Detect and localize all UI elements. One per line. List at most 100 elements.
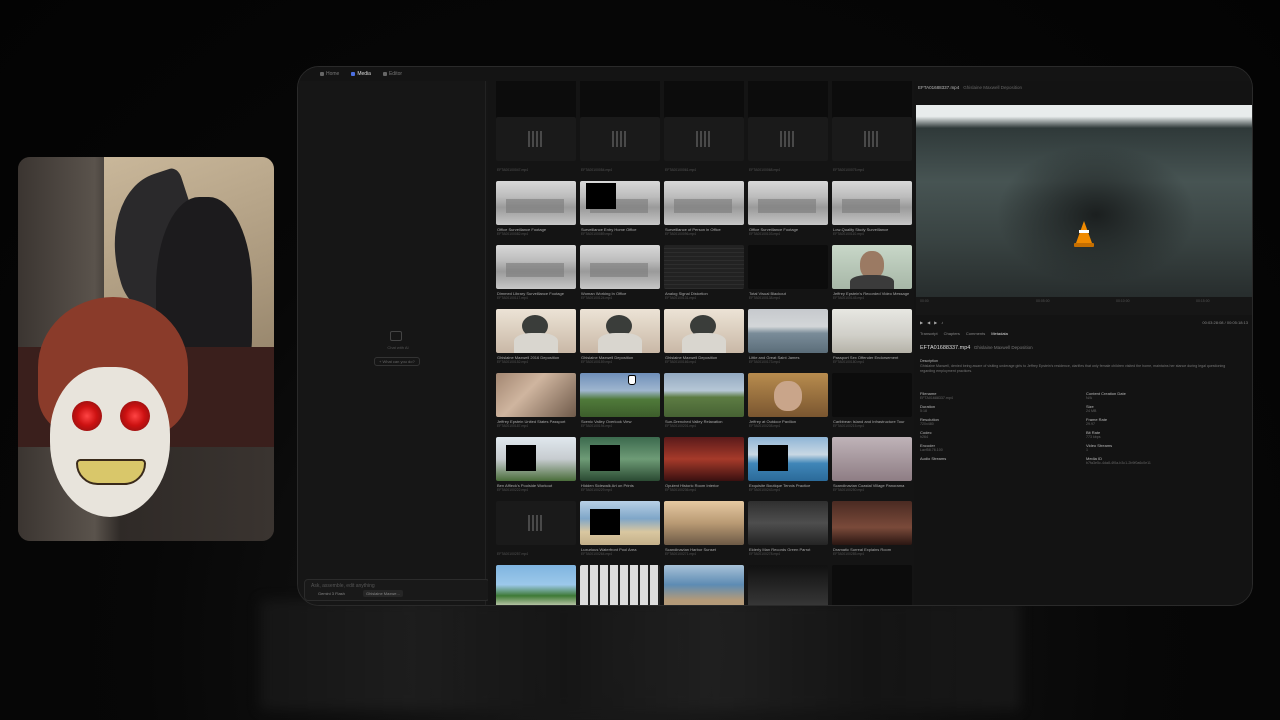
media-thumbnail: [580, 373, 660, 417]
preview-header: EFTA01688337.mp4 Ghislaine Maxwell Depos…: [914, 81, 1252, 93]
webcam-overlay: [18, 157, 274, 541]
media-tile[interactable]: [664, 565, 744, 605]
metadata-filename: EFTA01688337.mp4: [920, 345, 971, 351]
prev-frame-icon[interactable]: ◀: [927, 320, 930, 325]
model-selector[interactable]: Gemini 3 Flash: [315, 590, 348, 597]
description-text: Ghislaine Maxwell, denied being aware of…: [920, 364, 1226, 373]
timeline-label: 00:10:00: [1116, 299, 1130, 303]
media-tile[interactable]: EFTA00100061.mp4: [664, 117, 744, 177]
media-tile[interactable]: Dimmed Library Surveillance Footage EFTA0…: [496, 245, 576, 305]
media-tile[interactable]: Surveillance of Person in Office EFTA0010…: [664, 181, 744, 241]
media-thumbnail: [832, 181, 912, 225]
media-thumbnail: [832, 565, 912, 605]
media-filename: EFTA00100110.mp4: [833, 232, 864, 236]
media-filename: EFTA00100194.mp4: [581, 424, 613, 428]
context-chip[interactable]: Ghislaine Maxwe...: [363, 590, 403, 597]
blurred-background-strip: [260, 600, 1020, 710]
player-controls: ▶ ◀ ▶ ♪ 00:03:28:08 / 00:05:18:13: [916, 317, 1252, 327]
media-tile[interactable]: Hidden Sidewalk Art on Prints EFTA0010022…: [580, 437, 660, 497]
chat-input-box[interactable]: Ask, assemble, edit anything Gemini 3 Fl…: [304, 579, 490, 601]
chat-input-placeholder: Ask, assemble, edit anything: [311, 583, 375, 589]
media-tile[interactable]: Low-Quality Study Surveillance EFTA001001…: [832, 181, 912, 241]
media-tile[interactable]: Analog Signal Distortion EFTA00100131.mp4: [664, 245, 744, 305]
media-tile[interactable]: Ben Affleck's Poolside Workout EFTA001002…: [496, 437, 576, 497]
volume-icon[interactable]: ♪: [941, 320, 943, 325]
media-thumbnail: [748, 501, 828, 545]
media-tile[interactable]: Elderly Man Records Green Parrot EFTA0010…: [748, 501, 828, 561]
media-thumbnail: [664, 373, 744, 417]
media-tile[interactable]: Opulent Historic Room Interior EFTA001002…: [664, 437, 744, 497]
video-player[interactable]: [916, 105, 1252, 297]
tab-transcript[interactable]: Transcript: [920, 331, 938, 341]
tab-comments[interactable]: Comments: [966, 331, 985, 341]
media-tile[interactable]: Luxurious Waterfront Pool Area EFTA001002…: [580, 501, 660, 561]
thumbnail-row: Jeffrey Epstein United States Passport EF…: [496, 373, 914, 433]
media-tile[interactable]: Exquisite Boutique Tennis Practice EFTA00…: [748, 437, 828, 497]
tab-home[interactable]: Home: [314, 71, 345, 77]
media-thumbnail: [580, 565, 660, 605]
media-tile[interactable]: [580, 565, 660, 605]
media-tile[interactable]: [748, 565, 828, 605]
media-filename: EFTA00100243.mp4: [749, 488, 781, 492]
media-thumbnail: [496, 437, 576, 481]
media-tile[interactable]: Jeffrey Epstein United States Passport EF…: [496, 373, 576, 433]
media-thumbnail: [832, 117, 912, 161]
media-tile[interactable]: Office Surveillance Footage EFTA00100103.…: [748, 181, 828, 241]
media-tile[interactable]: Ghislaine Maxwell 2016 Deposition EFTA001…: [496, 309, 576, 369]
media-thumbnail: [664, 437, 744, 481]
media-tile[interactable]: Surveillance Entry Home Office EFTA001000…: [580, 181, 660, 241]
thumbnail-row: Ben Affleck's Poolside Workout EFTA001002…: [496, 437, 914, 497]
media-thumbnail: [496, 309, 576, 353]
media-tile[interactable]: Woman Working In Office EFTA00100124.mp4: [580, 245, 660, 305]
media-filename: EFTA00100145.mp4: [833, 296, 865, 300]
media-tile[interactable]: EFTA00100075.mp4: [832, 117, 912, 177]
play-icon[interactable]: ▶: [920, 320, 923, 325]
media-tile[interactable]: Jeffrey Epstein's Recorded Video Message…: [832, 245, 912, 305]
metadata-field-label: Audio Streams: [920, 456, 947, 461]
media-thumbnail: [748, 181, 828, 225]
media-thumbnail: [580, 437, 660, 481]
tab-metadata[interactable]: Metadata: [991, 331, 1008, 341]
media-thumbnail: [748, 437, 828, 481]
editor-icon: [382, 72, 387, 76]
video-timeline[interactable]: 00:00 00:05:00 00:10:00 00:15:00: [916, 297, 1252, 315]
media-tile[interactable]: [496, 565, 576, 605]
media-thumbnail: [580, 309, 660, 353]
media-tile[interactable]: [832, 565, 912, 605]
media-tile[interactable]: Little and Great Saint James EFTA00100173…: [748, 309, 828, 369]
metadata-field-value: EFTA01688337.mp4: [920, 396, 953, 400]
media-tile[interactable]: Office Surveillance Footage EFTA00100082.…: [496, 181, 576, 241]
media-tile[interactable]: Dramatic Surreal Explains Room EFTA001002…: [832, 501, 912, 561]
media-filename: EFTA00100222.mp4: [497, 488, 529, 492]
media-tile[interactable]: Passport Sex Offender Endorsement EFTA001…: [832, 309, 912, 369]
app-window: Home Media Editor Chat with AI + What ca…: [297, 66, 1253, 606]
cone-base: [1074, 243, 1094, 247]
media-thumbnail: [496, 181, 576, 225]
media-tile[interactable]: Caribbean Island and Infrastructure Tour…: [832, 373, 912, 433]
media-tile[interactable]: Scenic Valley Overlook View EFTA00100194.…: [580, 373, 660, 433]
media-tile[interactable]: EFTA00100047.mp4: [496, 117, 576, 177]
media-tile[interactable]: Ghislaine Maxwell Deposition EFTA00100159…: [580, 309, 660, 369]
next-frame-icon[interactable]: ▶: [934, 320, 937, 325]
thumbnail-row: EFTA00100047.mp4 EFTA00100054.mp4 EFTA0010…: [496, 117, 914, 177]
media-tile[interactable]: Sun-Drenched Valley Relaxation EFTA001002…: [664, 373, 744, 433]
media-filename: EFTA00100180.mp4: [833, 360, 865, 364]
media-tile[interactable]: Scandinavian Coastal Village Panorama EFT…: [832, 437, 912, 497]
media-filename: EFTA00100166.mp4: [665, 360, 697, 364]
media-tile[interactable]: Total Visual Blackout EFTA00100138.mp4: [748, 245, 828, 305]
media-tile[interactable]: Scandinavian Harbor Sunset EFTA00100271.m…: [664, 501, 744, 561]
media-tile[interactable]: EFTA00100054.mp4: [580, 117, 660, 177]
media-tile[interactable]: Jeffrey at Outdoor Pavilion EFTA00100208.…: [748, 373, 828, 433]
media-tile[interactable]: EFTA00100068.mp4: [748, 117, 828, 177]
playback-time: 00:03:28:08 / 00:05:18:13: [1202, 319, 1248, 325]
tab-editor[interactable]: Editor: [377, 71, 408, 77]
tab-chapters[interactable]: Chapters: [944, 331, 960, 341]
media-filename: EFTA00100075.mp4: [833, 168, 865, 172]
metadata-title: EFTA01688337.mp4 Ghislaine Maxwell Depos…: [920, 345, 1033, 351]
media-tile[interactable]: Ghislaine Maxwell Deposition EFTA00100166…: [664, 309, 744, 369]
media-tile[interactable]: EFTA00100257.mp4: [496, 501, 576, 561]
media-thumbnail: [664, 309, 744, 353]
chat-suggestion-button[interactable]: + What can you do?: [374, 357, 420, 366]
media-thumbnail: [496, 373, 576, 417]
tab-media[interactable]: Media: [345, 71, 377, 77]
